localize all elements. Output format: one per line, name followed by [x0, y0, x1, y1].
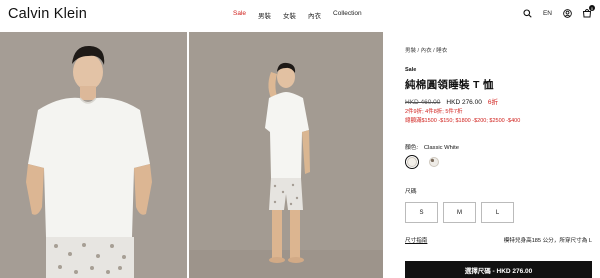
header-actions: EN 0: [523, 5, 595, 18]
color-row: 顏色: Classic White: [405, 142, 459, 151]
breadcrumb-item-underwear[interactable]: 內衣: [421, 48, 432, 54]
nav-item-collection[interactable]: Collection: [333, 10, 362, 20]
breadcrumb-item-sleepwear[interactable]: 睡衣: [436, 48, 447, 54]
promo-multi-buy: 2件9折; 4件8折; 5件7折: [405, 109, 463, 115]
cart-icon[interactable]: 0: [582, 5, 595, 18]
size-options: S M L: [405, 202, 514, 223]
nav-item-underwear[interactable]: 內衣: [308, 10, 321, 20]
discount-badge: 6折: [487, 99, 498, 106]
brand-logo[interactable]: Calvin Klein: [8, 6, 87, 22]
nav-item-sale[interactable]: Sale: [233, 10, 246, 20]
product-image-front[interactable]: [0, 32, 187, 278]
original-price: HKD 460.00: [405, 99, 441, 106]
breadcrumb-item-men[interactable]: 男裝: [405, 48, 416, 54]
model-size-info: 模特兒身高185 公分，所穿尺寸為 L: [503, 238, 592, 244]
cart-count-badge: 0: [589, 5, 595, 11]
size-guide-link[interactable]: 尺寸指南: [405, 236, 427, 244]
main-nav: Sale 男裝 女裝 內衣 Collection: [233, 10, 362, 20]
size-label: 尺碼: [405, 189, 417, 195]
size-option-s[interactable]: S: [405, 202, 438, 223]
size-option-l[interactable]: L: [481, 202, 514, 223]
nav-item-men[interactable]: 男裝: [258, 10, 271, 20]
select-size-button[interactable]: 選擇尺碼 - HKD 276.00: [405, 261, 592, 278]
user-icon[interactable]: [562, 8, 572, 18]
sale-label: Sale: [405, 67, 417, 73]
swatch-pattern[interactable]: [427, 155, 441, 169]
promo-spend-discount: 總額滿$1500 -$150; $1800 -$200; $2500 -$400: [405, 118, 521, 124]
breadcrumb: 男裝 / 內衣 / 睡衣: [405, 46, 447, 54]
search-icon[interactable]: [523, 8, 533, 18]
color-value: Classic White: [423, 145, 459, 151]
size-option-m[interactable]: M: [443, 202, 476, 223]
product-title: 純棉圓領睡裝 T 恤: [405, 79, 494, 91]
price-row: HKD 460.00 HKD 276.00 6折: [405, 96, 498, 106]
color-label: 顏色:: [405, 145, 419, 151]
color-swatches: [405, 155, 441, 169]
site-header: Calvin Klein Sale 男裝 女裝 內衣 Collection EN…: [0, 0, 600, 30]
swatch-classic-white[interactable]: [405, 155, 419, 169]
language-switch[interactable]: EN: [543, 10, 552, 17]
sale-price: HKD 276.00: [446, 99, 482, 106]
nav-item-women[interactable]: 女裝: [283, 10, 296, 20]
product-image-fullbody[interactable]: [189, 32, 383, 278]
